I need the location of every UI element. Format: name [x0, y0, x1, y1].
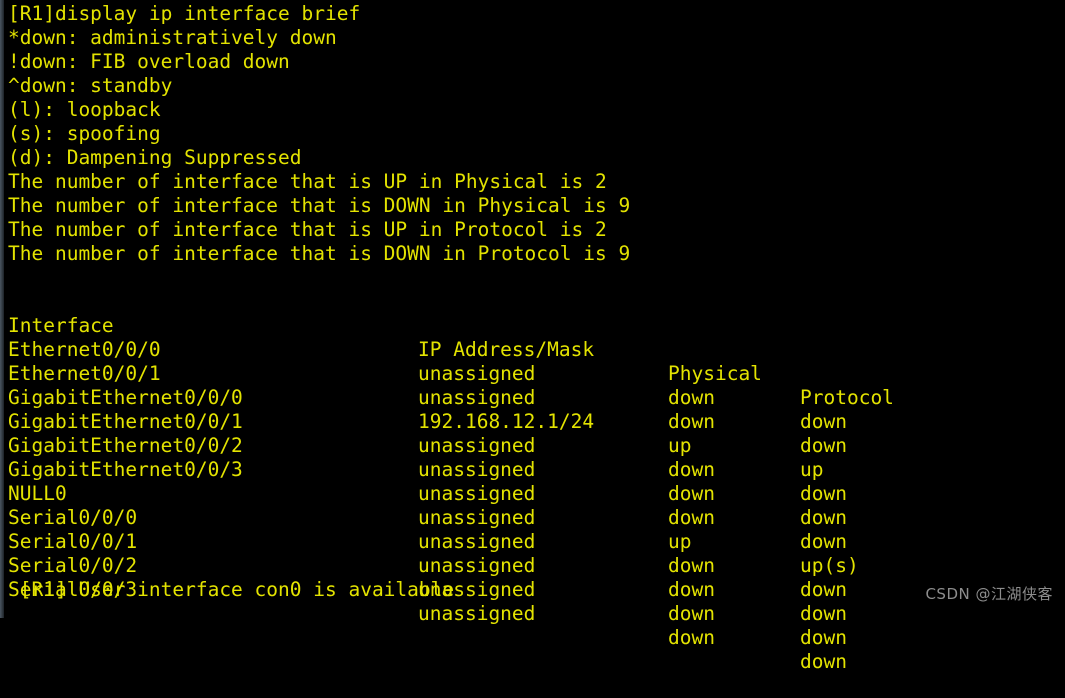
cell-ip: unassigned: [418, 578, 536, 601]
cell-protocol: down: [800, 578, 847, 601]
summary-down-physical: The number of interface that is DOWN in …: [8, 194, 631, 217]
table-row: NULL0 unassigned up up(s): [0, 458, 1065, 577]
table-header-row: Interface IP Address/Mask Physical Proto…: [0, 290, 1065, 409]
table-row: GigabitEthernet0/0/0 192.168.12.1/24 up …: [0, 362, 1065, 481]
cell-protocol: down: [800, 626, 847, 649]
cell-physical: down: [668, 626, 715, 649]
cell-ip: unassigned: [418, 602, 536, 625]
command-prompt-line: [R1]display ip interface brief: [8, 2, 361, 25]
cell-protocol: down: [800, 650, 847, 673]
table-row: Ethernet0/0/1 unassigned down down: [0, 338, 1065, 457]
table-row: GigabitEthernet0/0/1 unassigned down dow…: [0, 386, 1065, 505]
table-row: GigabitEthernet0/0/3 unassigned down dow…: [0, 434, 1065, 553]
summary-down-protocol: The number of interface that is DOWN in …: [8, 242, 631, 265]
legend-line-loopback: (l): loopback: [8, 98, 161, 121]
legend-line-fib-overload: !down: FIB overload down: [8, 50, 290, 73]
table-row: Serial0/0/0 unassigned down down: [0, 482, 1065, 601]
table-row: Serial0/0/3 unassigned down down: [0, 554, 1065, 673]
legend-line-dampening: (d): Dampening Suppressed: [8, 146, 302, 169]
csdn-watermark: CSDN @江湖侠客: [925, 585, 1053, 603]
table-row: GigabitEthernet0/0/2 unassigned down dow…: [0, 410, 1065, 529]
summary-up-physical: The number of interface that is UP in Ph…: [8, 170, 607, 193]
cell-interface: Serial0/0/3: [8, 578, 138, 601]
cell-physical: down: [668, 602, 715, 625]
legend-line-spoofing: (s): spoofing: [8, 122, 161, 145]
window-left-border: [0, 0, 4, 618]
legend-line-standby: ^down: standby: [8, 74, 173, 97]
cell-protocol: down: [800, 602, 847, 625]
table-row: Ethernet0/0/0 unassigned down down: [0, 314, 1065, 433]
summary-up-protocol: The number of interface that is UP in Pr…: [8, 218, 607, 241]
blank-separator-line: [0, 266, 1065, 290]
table-row: Serial0/0/1 unassigned down down: [0, 506, 1065, 625]
cell-physical: down: [668, 578, 715, 601]
terminal-output-pane[interactable]: [R1]display ip interface brief *down: ad…: [0, 0, 1065, 673]
table-row: Serial0/0/2 unassigned down down: [0, 530, 1065, 649]
legend-line-admin-down: *down: administratively down: [8, 26, 337, 49]
